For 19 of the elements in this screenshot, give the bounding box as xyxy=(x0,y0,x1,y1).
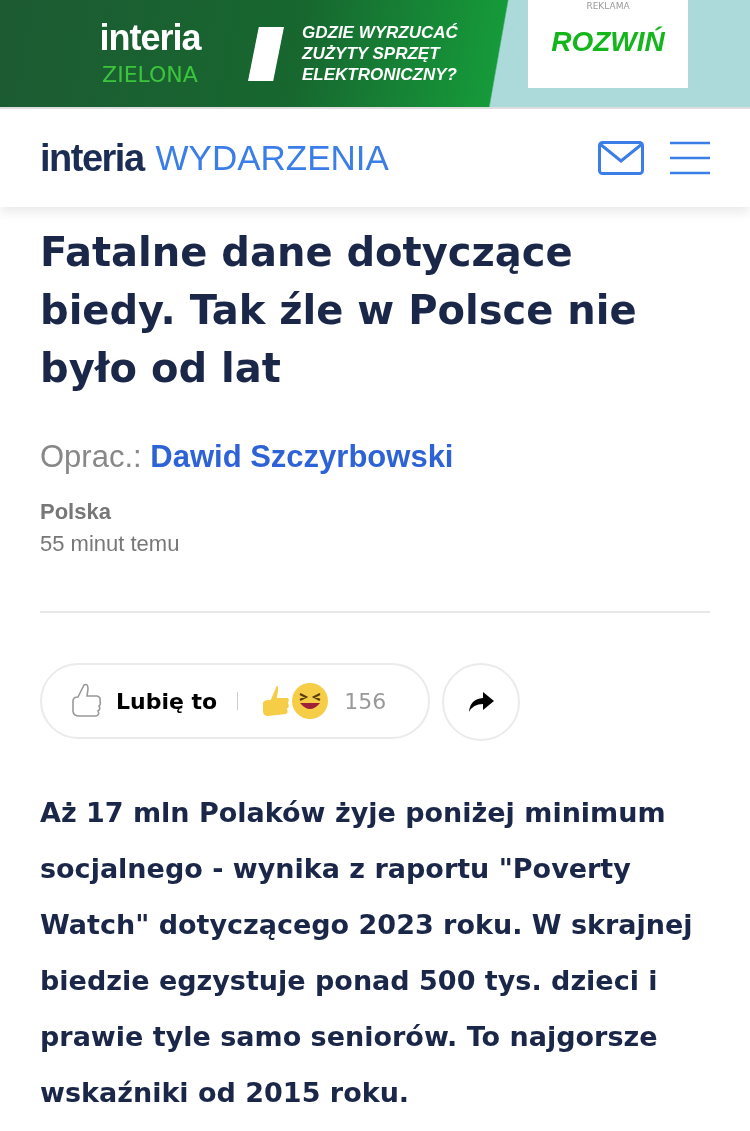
reaction-count: 156 xyxy=(344,688,387,714)
mail-icon[interactable] xyxy=(598,141,644,175)
slash-icon xyxy=(248,25,284,82)
share-arrow-icon xyxy=(467,690,495,714)
author-link[interactable]: Dawid Szczyrbowski xyxy=(150,439,454,474)
site-logo[interactable]: interia xyxy=(40,136,144,180)
byline-label: Oprac.: xyxy=(40,439,142,474)
ad-headline: GDZIE WYRZUCAĆ ZUŻYTY SPRZĘT ELEKTRONICZNY? xyxy=(302,22,459,85)
article-lead: Aż 17 mln Polaków żyje poniżej minimum socjalnego - wynika z raportu "Poverty Watch" dotyczącego 2023 roku. W skrajnej biedzie egzystuje ponad 500 tys. dzieci i prawie tyle samo seniorów. To najgorsze wskaźniki od 2015 roku. xyxy=(40,796,694,1110)
ad-logo-subtitle: ZIELONA xyxy=(102,62,198,87)
ad-banner[interactable]: interia ZIELONA GDZIE WYRZUCAĆ ZUŻYTY SPRZĘT ELEKTRONICZNY? REKLAMA ROZWIŃ xyxy=(0,0,750,107)
menu-icon[interactable] xyxy=(670,141,710,175)
publish-time: 55 minut temu xyxy=(40,531,181,557)
like-button[interactable]: Lubię to xyxy=(116,688,218,714)
ad-logo: interia xyxy=(99,20,201,56)
article-title: Fatalne dane dotyczące biedy. Tak źle w Polsce nie było od lat xyxy=(40,228,638,393)
category-link[interactable]: Polska xyxy=(40,499,710,525)
ad-label: REKLAMA xyxy=(586,1,630,12)
section-name[interactable]: WYDARZENIA xyxy=(155,138,389,178)
